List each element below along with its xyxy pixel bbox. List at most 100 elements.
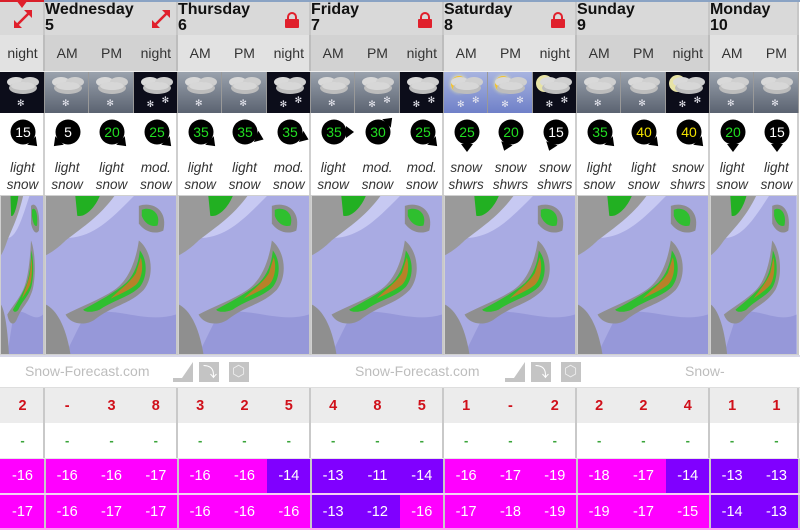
lock-body xyxy=(550,19,565,28)
snowflake-icon: ✻ xyxy=(726,98,735,108)
cloud-shape xyxy=(761,77,794,94)
snow-map-sun[interactable] xyxy=(576,195,710,355)
temp-min: -17 xyxy=(443,495,489,528)
snow-map-mon[interactable] xyxy=(709,195,799,355)
wind-indicator: 20 xyxy=(89,113,133,157)
summary-line-2: shwrs xyxy=(537,177,573,192)
wind-indicator: 25 xyxy=(444,113,488,157)
period-label: night xyxy=(140,45,171,61)
map-layer-icon[interactable] xyxy=(173,362,193,382)
day-separator xyxy=(309,495,312,528)
snow-map-image xyxy=(46,196,176,354)
weather-summary: mod. snow xyxy=(355,157,399,195)
snowflake-icon: ✻ xyxy=(560,95,569,105)
snow-map-image xyxy=(1,196,43,354)
expand-icon[interactable] xyxy=(12,8,34,30)
snow-amount: 3 xyxy=(196,398,205,414)
map-snowflake-icon[interactable]: ⬡ xyxy=(561,362,581,382)
expand-icon[interactable] xyxy=(150,8,172,30)
weather-summary: light snow xyxy=(754,157,798,195)
day-separator xyxy=(176,495,179,528)
wind-speed: 35 xyxy=(238,124,254,140)
rain-amount: - xyxy=(508,433,513,448)
summary-line-2: snow xyxy=(716,177,748,192)
wind-speed: 25 xyxy=(149,124,165,140)
map-arrow-icon[interactable]: ⤵ xyxy=(199,362,219,382)
map-layer-icon[interactable] xyxy=(505,362,525,382)
wind-indicator: 40 xyxy=(666,113,710,157)
wind-arrow-icon: 5 xyxy=(53,119,81,147)
cloudy-light-snow-day-icon: ✻ xyxy=(177,72,223,113)
weather-summary: light snow xyxy=(178,157,222,195)
snowflake-icon: ✻ xyxy=(294,95,303,105)
wind-indicator: 15 xyxy=(0,113,45,157)
summary-line-2: shwrs xyxy=(448,177,484,192)
snow-map-fri[interactable] xyxy=(310,195,444,355)
snow-map-image xyxy=(577,196,708,354)
cloud-shape xyxy=(362,77,395,94)
snow-map-wed[interactable] xyxy=(45,195,178,355)
snow-amount: 1 xyxy=(462,398,471,414)
snow-amount: - xyxy=(64,398,70,414)
wind-arrow-icon: 40 xyxy=(676,119,703,147)
wind-speed: 15 xyxy=(769,124,785,140)
rain-amount: - xyxy=(109,433,114,448)
snow-map-thu[interactable] xyxy=(177,195,311,355)
wind-indicator: 20 xyxy=(488,113,532,157)
summary-line-1: light xyxy=(586,160,612,175)
wind-speed: 5 xyxy=(64,124,72,140)
day-header-thu[interactable]: Thursday 6 xyxy=(177,2,311,35)
current-time-pointer xyxy=(16,0,28,8)
temp-min: -16 xyxy=(266,495,311,528)
wind-row: 15 5 20 25 35 35 35 35 30 25 25 20 15 35 40 40 20 15 xyxy=(0,113,800,157)
cloudy-light-snow-day-icon: ✻ xyxy=(310,72,356,113)
snow-map-image xyxy=(710,196,797,354)
snow-map-prev[interactable] xyxy=(0,195,45,355)
period-label: night xyxy=(406,45,437,61)
wind-arrow-icon: 25 xyxy=(454,119,480,152)
rain-amount: - xyxy=(20,433,25,448)
day-separator xyxy=(176,459,179,493)
lock-icon[interactable] xyxy=(417,12,432,28)
map-arrow-icon[interactable]: ⤵ xyxy=(531,362,551,382)
snow-amount: 1 xyxy=(772,398,781,414)
period-label: AM xyxy=(322,45,344,61)
snowflake-icon: ✻ xyxy=(456,99,465,109)
snow-amount: 4 xyxy=(329,398,338,414)
rain-amount: - xyxy=(286,433,291,448)
day-name: Sunday xyxy=(576,1,635,18)
temp-min-row: -17 -16 -17 -17 -16 -16 -16 -13 -12 -16 -17 -18 -19-… xyxy=(0,493,800,528)
wind-indicator: 20 xyxy=(710,113,754,157)
day-separator xyxy=(309,459,312,493)
summary-line-2: shwrs xyxy=(492,177,529,192)
temp-max: -11 xyxy=(355,459,400,493)
temp-min: -15 xyxy=(665,495,710,528)
lock-icon[interactable] xyxy=(550,12,565,28)
wind-indicator: 35 xyxy=(222,113,266,157)
wind-arrow-icon: 25 xyxy=(410,119,437,147)
map-snowflake-icon[interactable]: ⬡ xyxy=(229,362,249,382)
wind-arrow-icon: 15 xyxy=(543,119,569,151)
day-header-sun[interactable]: Sunday 9 xyxy=(576,1,710,35)
snow-amount: 4 xyxy=(683,398,692,414)
period-label: night xyxy=(672,45,703,61)
temp-max: -16 xyxy=(45,459,90,493)
summary-line-2: snow xyxy=(317,177,349,192)
rain-amount: - xyxy=(197,433,203,448)
rain-amount-row: ------------------ xyxy=(0,423,800,458)
snowflake-icon: ✻ xyxy=(17,98,25,108)
temp-max: -13 xyxy=(754,459,799,493)
lock-icon[interactable] xyxy=(284,12,299,28)
snow-amount: 8 xyxy=(151,398,160,414)
snow-map-sat[interactable] xyxy=(443,195,577,355)
temp-max: -17 xyxy=(488,459,533,493)
day-header-mon[interactable]: Monday 10 xyxy=(709,2,799,35)
moon-cloud-snow-showers-icon: ✻ ✻ xyxy=(665,72,710,113)
snowflake-icon: ✻ xyxy=(471,95,480,105)
day-header-sat[interactable]: Saturday 8 xyxy=(443,2,577,35)
snowflake-icon: ✻ xyxy=(545,99,554,109)
snowflake-icon: ✻ xyxy=(427,95,436,105)
day-header-fri[interactable]: Friday 7 xyxy=(310,2,444,35)
wind-indicator: 35 xyxy=(267,113,311,157)
day-header-wed[interactable]: Wednesday 5 xyxy=(45,2,178,35)
